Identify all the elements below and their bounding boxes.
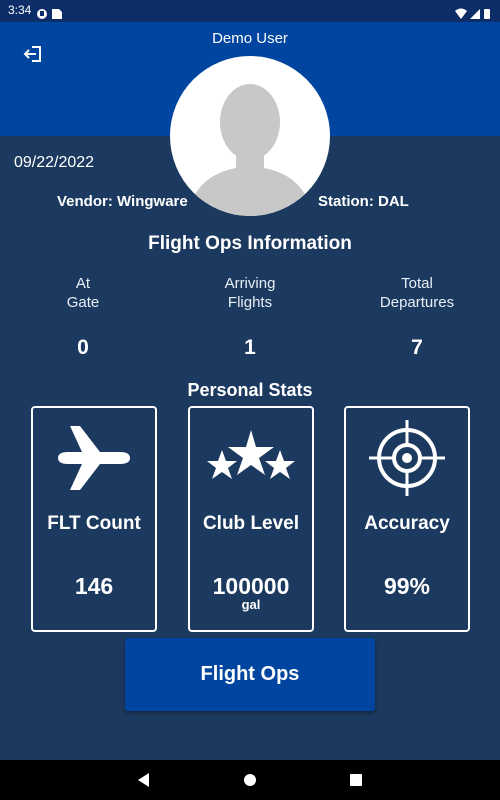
recents-button[interactable]: [346, 770, 366, 790]
flight-ops-button[interactable]: Flight Ops: [125, 638, 375, 711]
person-silhouette-icon: [188, 84, 312, 216]
ops-label-line1: Arriving: [224, 275, 276, 292]
target-icon: [346, 418, 468, 498]
back-button[interactable]: [134, 770, 154, 790]
ops-label-line2: Flights: [227, 294, 273, 311]
station-label: Station: DAL: [318, 193, 409, 210]
stat-label: FLT Count: [47, 513, 141, 534]
stat-card-accuracy[interactable]: Accuracy 99%: [344, 406, 470, 632]
home-icon: [244, 774, 256, 786]
stat-unit: gal: [241, 597, 261, 612]
battery-icon: [484, 9, 490, 19]
system-nav-bar: [0, 760, 500, 800]
status-bar: 3:34: [0, 0, 500, 22]
vendor-label: Vendor: Wingware: [57, 193, 188, 210]
signal-icon: [470, 9, 480, 19]
ops-value: 0: [77, 336, 89, 359]
ops-label: At Gate: [3, 274, 163, 314]
ops-value: 1: [244, 336, 256, 359]
back-icon: [138, 773, 149, 787]
ops-value: 7: [411, 336, 423, 359]
recents-icon: [350, 774, 362, 786]
ops-label-line1: At: [75, 275, 91, 292]
status-time: 3:34: [8, 3, 32, 17]
user-name-title: Demo User: [212, 30, 288, 47]
ops-label-line1: Total: [401, 275, 433, 292]
ops-arriving-flights: Arriving Flights 1: [170, 274, 330, 360]
stat-card-club-level[interactable]: Club Level 100000 gal: [188, 406, 314, 632]
home-button[interactable]: [240, 770, 260, 790]
stat-value: 99%: [383, 573, 431, 599]
stat-value: 146: [74, 573, 114, 599]
airplane-icon: [33, 418, 155, 498]
stat-card-flt-count[interactable]: FLT Count 146: [31, 406, 157, 632]
personal-stats-title: Personal Stats: [187, 380, 313, 400]
current-date: 09/22/2022: [14, 154, 95, 171]
ops-total-departures: Total Departures 7: [337, 274, 497, 360]
ops-label: Arriving Flights: [170, 274, 330, 314]
ops-label-line2: Departures: [379, 294, 455, 311]
stat-label: Accuracy: [364, 513, 450, 534]
flight-ops-title: Flight Ops Information: [148, 233, 352, 254]
stars-icon: [190, 418, 312, 498]
avatar[interactable]: [170, 56, 330, 216]
stat-label: Club Level: [202, 513, 300, 534]
ops-label: Total Departures: [337, 274, 497, 314]
ops-at-gate: At Gate 0: [3, 274, 163, 360]
ops-label-line2: Gate: [66, 294, 100, 311]
stat-value: 100000: [212, 573, 290, 599]
wifi-icon: [455, 8, 467, 19]
